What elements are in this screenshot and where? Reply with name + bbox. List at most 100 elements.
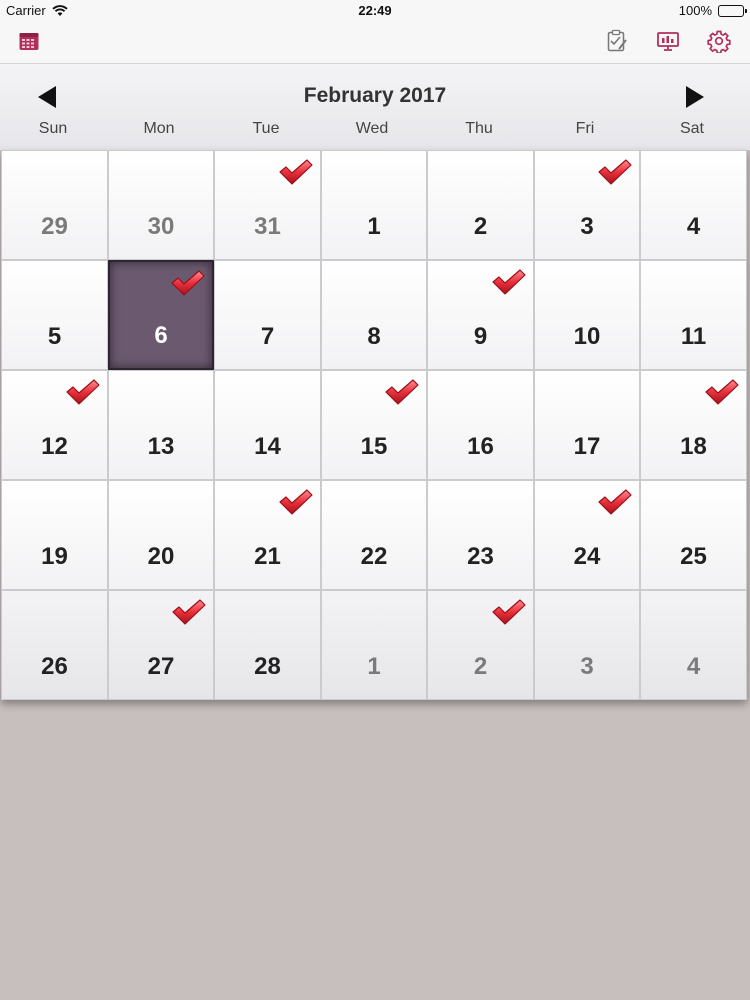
checkmark-icon bbox=[65, 377, 101, 407]
status-bar: Carrier 22:49 100% bbox=[0, 0, 750, 22]
day-number: 11 bbox=[680, 323, 707, 350]
checkmark-icon bbox=[278, 487, 314, 517]
day-cell[interactable]: 4 bbox=[640, 150, 747, 260]
weekday-label-sat: Sat bbox=[679, 120, 704, 137]
status-right: 100% bbox=[678, 3, 747, 18]
day-cell[interactable]: 3 bbox=[534, 590, 640, 700]
next-month-button[interactable] bbox=[680, 84, 710, 114]
day-cell[interactable]: 23 bbox=[427, 480, 534, 590]
day-number: 2 bbox=[473, 653, 488, 680]
day-cell[interactable]: 20 bbox=[108, 480, 214, 590]
checkmark-icon bbox=[597, 487, 633, 517]
presentation-icon bbox=[656, 30, 680, 57]
checkmark-icon bbox=[491, 597, 527, 627]
day-cell[interactable]: 10 bbox=[534, 260, 640, 370]
day-cell[interactable]: 19 bbox=[1, 480, 108, 590]
day-number: 3 bbox=[580, 653, 594, 680]
day-number: 9 bbox=[473, 323, 488, 350]
clipboard-button[interactable] bbox=[602, 28, 632, 58]
battery-percent: 100% bbox=[678, 3, 712, 18]
calendar-button[interactable] bbox=[14, 28, 44, 58]
day-cell[interactable]: 18 bbox=[640, 370, 747, 480]
day-cell[interactable]: 29 bbox=[1, 150, 108, 260]
month-title: February 2017 bbox=[303, 84, 447, 107]
day-number: 5 bbox=[47, 323, 62, 350]
gear-icon bbox=[707, 29, 731, 58]
day-cell[interactable]: 11 bbox=[640, 260, 747, 370]
day-number: 20 bbox=[147, 543, 175, 570]
day-cell[interactable]: 4 bbox=[640, 590, 747, 700]
checkmark-icon bbox=[704, 377, 740, 407]
day-cell[interactable]: 7 bbox=[214, 260, 321, 370]
calendar-grid: 29 30 31 1 2 3 4 5 6 7 8 9 10 11 12 13 14 15 16 17 18 19 20 21 2… bbox=[1, 150, 747, 700]
checkmark-icon bbox=[170, 268, 206, 298]
day-number: 2 bbox=[473, 213, 488, 240]
weekday-label-fri: Fri bbox=[575, 120, 595, 137]
presentation-button[interactable] bbox=[653, 28, 683, 58]
day-number: 22 bbox=[360, 543, 388, 570]
day-number: 12 bbox=[41, 433, 68, 460]
checkmark-icon bbox=[491, 267, 527, 297]
day-cell[interactable]: 12 bbox=[1, 370, 108, 480]
day-number: 13 bbox=[147, 433, 175, 460]
day-cell[interactable]: 24 bbox=[534, 480, 640, 590]
checkmark-icon bbox=[171, 597, 207, 627]
day-number: 15 bbox=[360, 433, 388, 460]
day-cell[interactable]: 21 bbox=[214, 480, 321, 590]
day-cell[interactable]: 22 bbox=[321, 480, 427, 590]
day-cell[interactable]: 25 bbox=[640, 480, 747, 590]
day-cell[interactable]: 26 bbox=[1, 590, 108, 700]
month-header: February 2017 Sun Mon Tue Wed Thu Fri Sat bbox=[0, 64, 750, 150]
day-number: 4 bbox=[686, 213, 701, 240]
day-number: 21 bbox=[254, 543, 281, 570]
day-cell[interactable]: 27 bbox=[108, 590, 214, 700]
day-number: 17 bbox=[573, 433, 601, 460]
day-number: 23 bbox=[467, 543, 494, 570]
day-cell[interactable]: 28 bbox=[214, 590, 321, 700]
day-cell[interactable]: 2 bbox=[427, 150, 534, 260]
day-cell[interactable]: 16 bbox=[427, 370, 534, 480]
day-cell-selected[interactable]: 6 bbox=[108, 260, 214, 370]
day-number: 16 bbox=[467, 433, 494, 460]
day-number: 19 bbox=[41, 543, 68, 570]
day-cell[interactable]: 31 bbox=[214, 150, 321, 260]
day-number: 8 bbox=[367, 323, 381, 350]
day-cell[interactable]: 9 bbox=[427, 260, 534, 370]
day-number: 10 bbox=[573, 323, 601, 350]
status-time: 22:49 bbox=[358, 3, 392, 18]
day-cell[interactable]: 8 bbox=[321, 260, 427, 370]
checkmark-icon bbox=[384, 377, 420, 407]
day-cell[interactable]: 14 bbox=[214, 370, 321, 480]
calendar-icon bbox=[18, 30, 40, 57]
weekday-label-thu: Thu bbox=[465, 120, 493, 137]
weekday-row: Sun Mon Tue Wed Thu Fri Sat bbox=[0, 120, 750, 140]
weekday-label-sun: Sun bbox=[38, 120, 68, 137]
day-cell[interactable]: 1 bbox=[321, 590, 427, 700]
day-number: 4 bbox=[686, 653, 701, 680]
weekday-label-tue: Tue bbox=[252, 120, 280, 137]
clipboard-check-icon bbox=[606, 29, 628, 58]
day-number: 1 bbox=[367, 653, 381, 680]
day-cell[interactable]: 2 bbox=[427, 590, 534, 700]
day-cell[interactable]: 30 bbox=[108, 150, 214, 260]
day-cell[interactable]: 3 bbox=[534, 150, 640, 260]
day-cell[interactable]: 1 bbox=[321, 150, 427, 260]
day-number: 29 bbox=[41, 213, 68, 240]
day-cell[interactable]: 5 bbox=[1, 260, 108, 370]
settings-button[interactable] bbox=[704, 28, 734, 58]
battery-icon bbox=[718, 4, 747, 17]
day-number: 6 bbox=[154, 322, 168, 349]
arrow-right-icon bbox=[684, 85, 706, 114]
checkmark-icon bbox=[278, 157, 314, 187]
weekday-label-mon: Mon bbox=[143, 120, 175, 137]
day-number: 3 bbox=[580, 213, 594, 240]
day-number: 26 bbox=[41, 653, 68, 680]
day-number: 31 bbox=[254, 213, 281, 240]
day-cell[interactable]: 17 bbox=[534, 370, 640, 480]
checkmark-icon bbox=[597, 157, 633, 187]
day-number: 24 bbox=[573, 543, 601, 570]
day-number: 27 bbox=[147, 653, 175, 680]
day-cell[interactable]: 13 bbox=[108, 370, 214, 480]
day-cell[interactable]: 15 bbox=[321, 370, 427, 480]
day-number: 18 bbox=[680, 433, 707, 460]
